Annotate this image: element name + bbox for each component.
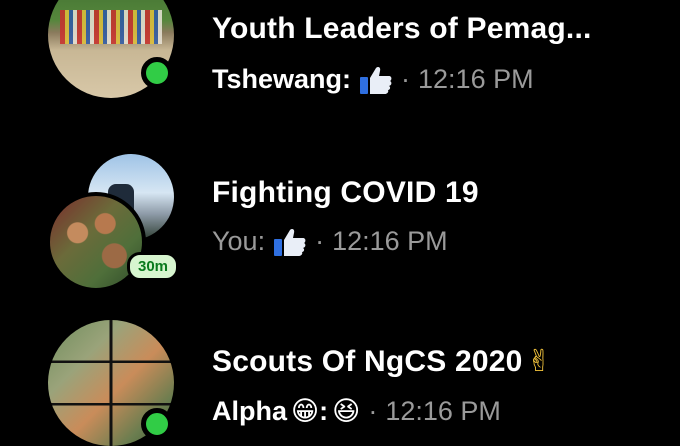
- grinning-emoji: 😁: [291, 396, 320, 426]
- message-time: · 12:16 PM: [315, 226, 448, 256]
- avatar-photo-detail: [60, 10, 162, 44]
- conversation-title: Scouts Of NgCS 2020 ✌: [212, 344, 552, 379]
- message-time: · 12:16 PM: [401, 64, 534, 94]
- emoji-separator: :: [319, 396, 329, 426]
- sender-name: Alpha: [212, 396, 288, 426]
- online-status-dot: [141, 408, 173, 440]
- last-message-preview: Tshewang: · 12:16 PM: [212, 64, 534, 95]
- sender-name: You:: [212, 226, 266, 256]
- thumbs-up-icon: [360, 66, 392, 94]
- thumbs-up-icon: [274, 228, 306, 256]
- conversation-row-scouts[interactable]: Scouts Of NgCS 2020 ✌ Alpha 😁 : 😆 · 12:16 …: [0, 300, 680, 446]
- sender-name: Tshewang:: [212, 64, 352, 94]
- conversation-row-youth-leaders[interactable]: Youth Leaders of Pemag... Tshewang: · 12:…: [0, 0, 680, 112]
- last-message-preview: Alpha 😁 : 😆 · 12:16 PM: [212, 396, 501, 427]
- victory-hand-emoji: ✌: [526, 345, 552, 378]
- active-time-badge: 30m: [127, 252, 180, 281]
- conversation-title: Youth Leaders of Pemag...: [212, 12, 592, 45]
- conversation-row-fighting-covid[interactable]: 30m Fighting COVID 19 You: · 12:16 PM: [0, 140, 680, 292]
- online-status-dot: [141, 57, 173, 89]
- message-time: · 12:16 PM: [368, 396, 501, 426]
- last-message-preview: You: · 12:16 PM: [212, 226, 448, 257]
- laughing-emoji: 😆: [332, 396, 361, 426]
- conversation-title-text: Scouts Of NgCS 2020: [212, 345, 523, 378]
- conversation-title: Fighting COVID 19: [212, 176, 479, 209]
